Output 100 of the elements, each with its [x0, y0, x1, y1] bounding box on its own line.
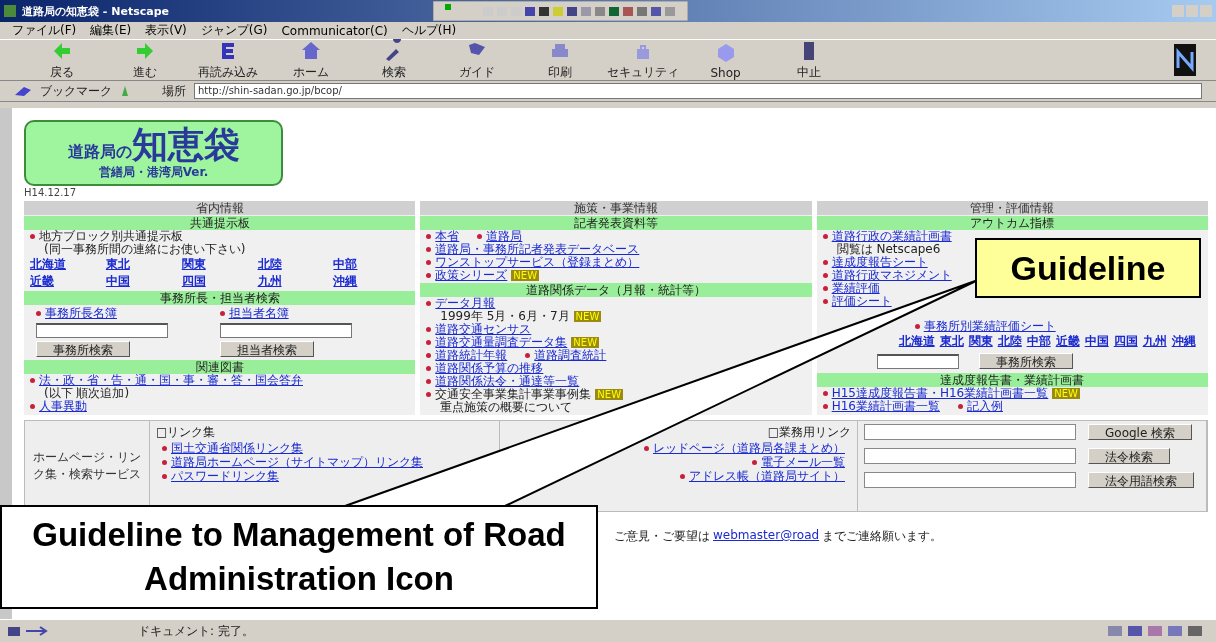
region-link[interactable]: 関東	[968, 333, 993, 350]
link[interactable]: パスワードリンク集	[171, 470, 279, 483]
search-button[interactable]: 事務所検索	[978, 353, 1073, 369]
link[interactable]: 政策シリーズ	[435, 269, 508, 282]
link[interactable]: 記入例	[966, 400, 1003, 413]
bullet-icon	[426, 247, 432, 252]
link[interactable]: 道路局ホームページ（サイトマップ）リンク集	[171, 456, 423, 469]
region-link[interactable]: 近畿	[30, 273, 106, 290]
footer-text: ご意見・ご要望は	[614, 528, 710, 545]
component-bar-drawing[interactable]	[433, 1, 688, 21]
toolbar-button[interactable]: ガイド	[435, 39, 518, 81]
link[interactable]: アドレス帳（道路局サイト）	[689, 470, 845, 483]
url-field[interactable]: http://shin-sadan.go.jp/bcop/	[194, 83, 1202, 99]
logo-subtitle: 営繕局・港湾局Ver.	[98, 163, 209, 181]
search-field[interactable]	[219, 323, 352, 338]
link[interactable]: 本省	[435, 230, 460, 243]
link[interactable]: 道路統計年報	[435, 349, 508, 362]
toolbar-button[interactable]: 検索	[352, 39, 435, 81]
link[interactable]: 道路調査統計	[534, 349, 607, 362]
region-link[interactable]: 中部	[333, 256, 410, 273]
search-button[interactable]: Google 検索	[1088, 424, 1193, 440]
bookmark-icon[interactable]	[14, 85, 32, 97]
search-field[interactable]	[864, 424, 1076, 440]
region-link[interactable]: 中国	[1084, 333, 1109, 350]
region-link[interactable]: 東北	[939, 333, 964, 350]
region-link[interactable]: 北海道	[30, 256, 106, 273]
search-field[interactable]	[876, 353, 959, 369]
toolbar-button[interactable]: 再読み込み	[186, 39, 269, 81]
location-icon	[120, 85, 130, 97]
link[interactable]: 道路行政マネジメント	[831, 269, 952, 282]
toolbar-button[interactable]: セキュリティ	[601, 39, 684, 81]
bookmarks-label[interactable]: ブックマーク	[40, 82, 112, 100]
search-button[interactable]: 法令用語検索	[1088, 472, 1194, 488]
region-link[interactable]: 四国	[1113, 333, 1138, 350]
region-link[interactable]: 北陸	[997, 333, 1022, 350]
search-field[interactable]	[864, 472, 1076, 488]
new-badge: NEW	[573, 311, 602, 322]
search-button[interactable]: 法令検索	[1088, 448, 1170, 464]
email-link[interactable]: webmaster@road	[713, 528, 820, 545]
footer-text: までご連絡願います。	[822, 528, 943, 545]
column-header: 省内情報	[24, 201, 416, 215]
region-link[interactable]: 九州	[257, 273, 334, 290]
link[interactable]: レッドページ（道路局各課まとめ）	[653, 442, 845, 455]
link[interactable]: 国土交通省関係リンク集	[171, 442, 303, 455]
link[interactable]: 人事異動	[39, 400, 87, 413]
menu-item[interactable]: 編集(E)	[90, 22, 132, 39]
link[interactable]: 道路局・事務所記者発表データベース	[435, 243, 640, 256]
link[interactable]: 道路局	[486, 230, 523, 243]
bullet-icon	[426, 353, 432, 358]
region-link[interactable]: 近畿	[1055, 333, 1080, 350]
link[interactable]: 道路関係法令・通達等一覧	[435, 375, 580, 388]
bullet-icon	[426, 301, 432, 306]
toolbar-button[interactable]: 戻る	[20, 39, 103, 81]
region-link[interactable]: 四国	[181, 273, 258, 290]
link[interactable]: ワンストップサービス（登録まとめ）	[435, 256, 640, 269]
link[interactable]: 道路交通センサス	[435, 323, 532, 336]
menu-item[interactable]: ファイル(F)	[12, 22, 77, 39]
toolbar-button[interactable]: Shop	[684, 40, 767, 80]
toolbar-button[interactable]: 中止	[767, 39, 850, 81]
search-field[interactable]	[864, 448, 1076, 464]
link[interactable]: 評価シート	[831, 295, 892, 308]
link[interactable]: H15達成度報告書・H16業績計画書一覧	[831, 387, 1049, 400]
bullet-icon	[822, 286, 828, 291]
search-field[interactable]	[36, 323, 168, 338]
link[interactable]: 担当者名簿	[228, 307, 289, 320]
region-link[interactable]: 沖縄	[333, 273, 410, 290]
link[interactable]: 法・政・省・告・通・国・事・審・答・国会答弁	[39, 374, 303, 387]
link[interactable]: 達成度報告シート	[831, 256, 928, 269]
region-link[interactable]: 沖縄	[1171, 333, 1196, 350]
menu-item[interactable]: ジャンプ(G)	[200, 22, 268, 39]
region-link[interactable]: 北陸	[257, 256, 334, 273]
region-link[interactable]: 関東	[181, 256, 258, 273]
toolbar-button[interactable]: 印刷	[518, 39, 601, 81]
region-link[interactable]: 中部	[1026, 333, 1051, 350]
link[interactable]: 事務所長名簿	[45, 307, 117, 320]
services-label: ホームページ・リンク集・検索サービス	[32, 449, 142, 483]
link[interactable]: H16業績計画書一覧	[831, 400, 940, 413]
region-link[interactable]: 北海道	[898, 333, 935, 350]
toolbar-button[interactable]: 進む	[103, 39, 186, 81]
bullet-icon	[822, 273, 828, 278]
search-button[interactable]: 担当者検索	[219, 341, 314, 357]
status-text: ドキュメント: 完了。	[138, 622, 254, 640]
menu-item[interactable]: ヘルプ(H)	[401, 22, 457, 39]
search-button[interactable]: 事務所検索	[36, 341, 130, 357]
link[interactable]: 道路交通量調査データ集	[435, 336, 568, 349]
link[interactable]: 電子メール一覧	[761, 456, 845, 469]
bullet-icon	[752, 460, 757, 465]
region-link[interactable]: 東北	[105, 256, 182, 273]
section-header: 達成度報告書・業績計画書	[816, 373, 1208, 387]
link[interactable]: 道路行政の業績計画書	[831, 230, 952, 243]
link[interactable]: 道路関係予算の推移	[435, 362, 544, 375]
menu-item[interactable]: Communicator(C)	[281, 23, 388, 38]
link[interactable]: 業績評価	[831, 282, 880, 295]
note-text: 閲覧は Netscape6	[836, 243, 941, 256]
toolbar-button[interactable]: ホーム	[269, 39, 352, 81]
menu-item[interactable]: 表示(V)	[145, 22, 187, 39]
region-link[interactable]: 九州	[1142, 333, 1167, 350]
region-link[interactable]: 中国	[105, 273, 182, 290]
link[interactable]: データ月報	[435, 297, 496, 310]
link[interactable]: 事務所別業績評価シート	[923, 320, 1056, 333]
